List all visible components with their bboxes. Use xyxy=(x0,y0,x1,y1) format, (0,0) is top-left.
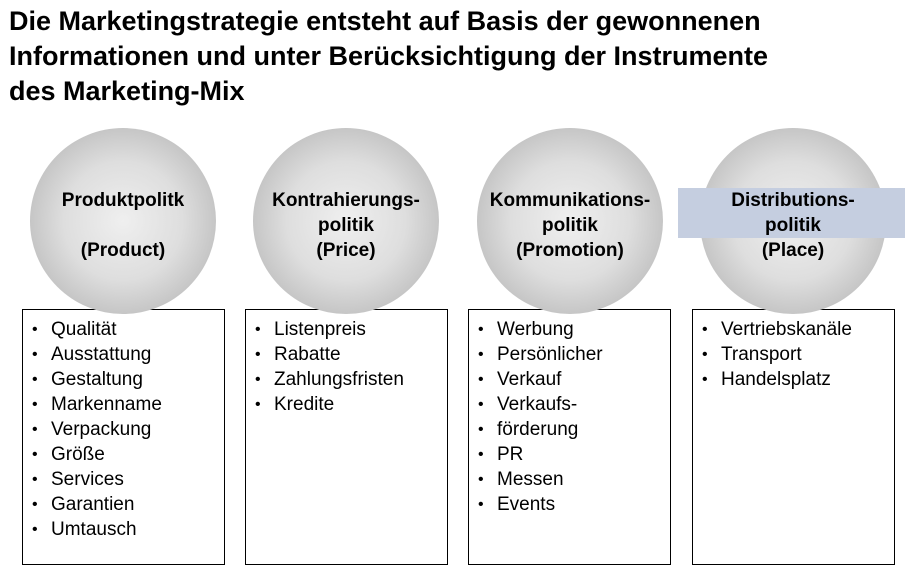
price-heading-line3: (Price) xyxy=(316,240,376,261)
product-box: Qualität Ausstattung Gestaltung Markenna… xyxy=(22,309,225,565)
place-heading-line1-text: Distributions- xyxy=(678,188,905,213)
list-item: Events xyxy=(477,492,664,517)
list-item: Garantien xyxy=(31,492,218,517)
promotion-list: Werbung Persönlicher Verkauf Verkaufs- f… xyxy=(469,310,670,517)
list-item: Services xyxy=(31,467,218,492)
title-line-3: des Marketing-Mix xyxy=(9,76,245,106)
price-box: Listenpreis Rabatte Zahlungsfristen Kred… xyxy=(245,309,448,565)
list-item: Gestaltung xyxy=(31,367,218,392)
place-heading-line1: Distributions- xyxy=(678,188,905,213)
list-item: Kredite xyxy=(254,392,441,417)
list-item: Verpackung xyxy=(31,417,218,442)
promotion-heading-line1: Kommunikations- xyxy=(489,190,651,211)
place-box: Vertriebskanäle Transport Handelsplatz xyxy=(692,309,895,565)
list-item: Vertriebskanäle xyxy=(701,317,888,342)
promotion-heading: Kommunikations- politik (Promotion) xyxy=(455,188,685,263)
place-heading: Distributions- politik (Place) xyxy=(678,188,905,263)
list-item: Größe xyxy=(31,442,218,467)
place-list: Vertriebskanäle Transport Handelsplatz xyxy=(693,310,894,392)
product-heading-line2 xyxy=(8,213,238,238)
list-item: Persönlicher xyxy=(477,342,664,367)
list-item: Verkauf xyxy=(477,367,664,392)
list-item: Werbung xyxy=(477,317,664,342)
price-list: Listenpreis Rabatte Zahlungsfristen Kred… xyxy=(246,310,447,417)
place-heading-line3: (Place) xyxy=(761,240,825,261)
list-item: PR xyxy=(477,442,664,467)
title-line-2: Informationen und unter Berücksichtigung… xyxy=(9,41,769,71)
list-item: förderung xyxy=(477,417,664,442)
price-heading-line1: Kontrahierungs- xyxy=(272,190,420,211)
list-item: Zahlungsfristen xyxy=(254,367,441,392)
product-list: Qualität Ausstattung Gestaltung Markenna… xyxy=(23,310,224,542)
list-item: Umtausch xyxy=(31,517,218,542)
list-item: Ausstattung xyxy=(31,342,218,367)
price-heading: Kontrahierungs- politik (Price) xyxy=(231,188,461,263)
price-heading-line2: politik xyxy=(318,215,374,236)
promotion-box: Werbung Persönlicher Verkauf Verkaufs- f… xyxy=(468,309,671,565)
list-item: Qualität xyxy=(31,317,218,342)
list-item: Markenname xyxy=(31,392,218,417)
list-item: Verkaufs- xyxy=(477,392,664,417)
place-heading-line2: politik xyxy=(678,213,905,238)
promotion-heading-line2: politik xyxy=(542,215,598,236)
list-item: Messen xyxy=(477,467,664,492)
list-item: Transport xyxy=(701,342,888,367)
place-heading-line2-text: politik xyxy=(678,213,905,238)
list-item: Rabatte xyxy=(254,342,441,367)
product-heading: Produktpolitk (Product) xyxy=(8,188,238,263)
promotion-heading-line3: (Promotion) xyxy=(516,240,624,261)
page-title: Die Marketingstrategie entsteht auf Basi… xyxy=(9,4,899,109)
product-heading-line1: Produktpolitk xyxy=(61,190,185,211)
list-item: Handelsplatz xyxy=(701,367,888,392)
title-line-1: Die Marketingstrategie entsteht auf Basi… xyxy=(9,6,761,36)
list-item: Listenpreis xyxy=(254,317,441,342)
product-heading-line3: (Product) xyxy=(80,240,166,261)
